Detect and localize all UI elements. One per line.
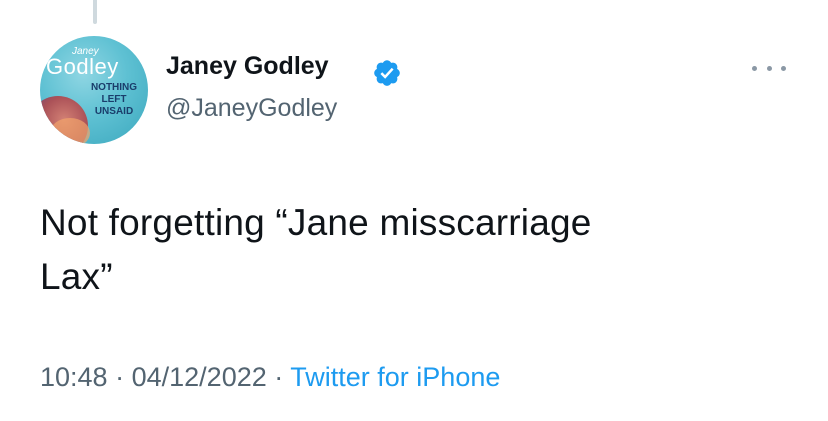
more-dot <box>752 65 757 71</box>
tweet-time[interactable]: 10:48 <box>40 362 108 392</box>
more-horizontal-icon[interactable] <box>752 62 786 74</box>
meta-separator: · <box>274 362 284 392</box>
more-dot <box>766 65 772 71</box>
avatar-tagline-3: UNSAID <box>94 106 134 117</box>
avatar-big-text: Godley <box>46 54 119 79</box>
meta-separator: · <box>115 362 125 392</box>
tweet-date[interactable]: 04/12/2022 <box>132 362 267 392</box>
tweet-text-line-1: Not forgetting “Jane misscarriage <box>40 202 592 243</box>
more-dot <box>781 65 786 71</box>
avatar-tagline-1: NOTHING <box>90 82 138 93</box>
avatar-art-accent <box>50 118 90 144</box>
tweet-text: Not forgetting “Jane misscarriage Lax” <box>40 196 780 304</box>
verified-badge-icon <box>374 60 400 86</box>
author-handle[interactable]: @JaneyGodley <box>166 94 337 123</box>
tweet-text-line-2: Lax” <box>40 256 113 297</box>
tweet-metadata: 10:48 · 04/12/2022 · Twitter for iPhone <box>40 362 500 393</box>
author-display-name[interactable]: Janey Godley <box>166 52 329 81</box>
tweet-source-link[interactable]: Twitter for iPhone <box>290 362 500 392</box>
avatar[interactable]: Janey Godley NOTHING LEFT UNSAID <box>40 36 148 144</box>
thread-connector-line <box>93 0 97 24</box>
avatar-tagline-2: LEFT <box>101 94 127 105</box>
